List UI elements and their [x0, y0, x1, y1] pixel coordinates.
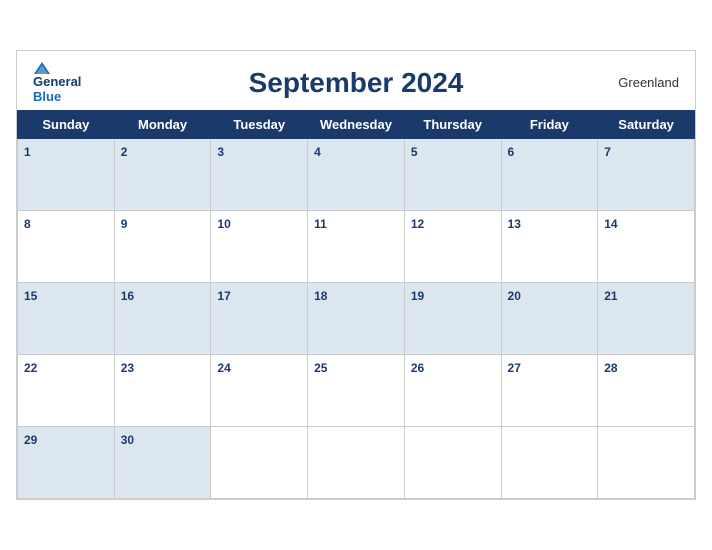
calendar-cell: 12 [404, 210, 501, 282]
calendar-cell [501, 426, 598, 498]
day-number: 9 [121, 217, 128, 231]
calendar-cell: 26 [404, 354, 501, 426]
weekday-wednesday: Wednesday [308, 110, 405, 138]
calendar-header-row: Sunday Monday Tuesday Wednesday Thursday… [18, 110, 695, 138]
logo-general-text: General [33, 75, 81, 89]
calendar-cell: 19 [404, 282, 501, 354]
calendar-cell: 16 [114, 282, 211, 354]
day-number: 11 [314, 217, 327, 231]
region-label: Greenland [599, 75, 679, 90]
day-number: 22 [24, 361, 37, 375]
day-number: 17 [217, 289, 230, 303]
day-number: 12 [411, 217, 424, 231]
day-number: 8 [24, 217, 31, 231]
day-number: 10 [217, 217, 230, 231]
calendar-cell: 18 [308, 282, 405, 354]
weekday-thursday: Thursday [404, 110, 501, 138]
calendar-cell: 10 [211, 210, 308, 282]
day-number: 21 [604, 289, 617, 303]
calendar-cell: 9 [114, 210, 211, 282]
day-number: 30 [121, 433, 134, 447]
day-number: 14 [604, 217, 617, 231]
day-number: 28 [604, 361, 617, 375]
calendar-cell: 11 [308, 210, 405, 282]
calendar-cell: 8 [18, 210, 115, 282]
calendar-cell: 14 [598, 210, 695, 282]
weekday-friday: Friday [501, 110, 598, 138]
weekday-sunday: Sunday [18, 110, 115, 138]
calendar-cell: 7 [598, 138, 695, 210]
day-number: 25 [314, 361, 327, 375]
calendar-cell [211, 426, 308, 498]
calendar-cell: 21 [598, 282, 695, 354]
day-number: 1 [24, 145, 31, 159]
logo-icon [33, 61, 51, 75]
calendar-cell: 17 [211, 282, 308, 354]
calendar-body: 1234567891011121314151617181920212223242… [18, 138, 695, 498]
calendar-cell: 15 [18, 282, 115, 354]
weekday-saturday: Saturday [598, 110, 695, 138]
weekday-monday: Monday [114, 110, 211, 138]
day-number: 29 [24, 433, 37, 447]
day-number: 23 [121, 361, 134, 375]
day-number: 2 [121, 145, 128, 159]
day-number: 4 [314, 145, 321, 159]
calendar-cell [308, 426, 405, 498]
day-number: 13 [508, 217, 521, 231]
day-number: 20 [508, 289, 521, 303]
calendar-cell [598, 426, 695, 498]
day-number: 7 [604, 145, 611, 159]
day-number: 18 [314, 289, 327, 303]
logo-blue-text: Blue [33, 90, 61, 104]
day-number: 5 [411, 145, 418, 159]
day-number: 27 [508, 361, 521, 375]
calendar-cell: 30 [114, 426, 211, 498]
calendar-cell: 4 [308, 138, 405, 210]
calendar-cell: 13 [501, 210, 598, 282]
calendar-cell: 6 [501, 138, 598, 210]
calendar-header: General Blue September 2024 Greenland [17, 51, 695, 110]
calendar-cell: 24 [211, 354, 308, 426]
weekday-tuesday: Tuesday [211, 110, 308, 138]
calendar-cell: 5 [404, 138, 501, 210]
day-number: 24 [217, 361, 230, 375]
calendar-container: General Blue September 2024 Greenland Su… [16, 50, 696, 500]
calendar-grid: Sunday Monday Tuesday Wednesday Thursday… [17, 110, 695, 499]
calendar-cell: 23 [114, 354, 211, 426]
calendar-cell: 27 [501, 354, 598, 426]
calendar-cell: 1 [18, 138, 115, 210]
calendar-cell: 2 [114, 138, 211, 210]
day-number: 16 [121, 289, 134, 303]
calendar-cell: 3 [211, 138, 308, 210]
calendar-cell: 28 [598, 354, 695, 426]
calendar-cell: 29 [18, 426, 115, 498]
calendar-cell: 25 [308, 354, 405, 426]
month-title: September 2024 [113, 67, 599, 99]
calendar-cell: 20 [501, 282, 598, 354]
day-number: 6 [508, 145, 515, 159]
day-number: 26 [411, 361, 424, 375]
day-number: 3 [217, 145, 224, 159]
day-number: 15 [24, 289, 37, 303]
day-number: 19 [411, 289, 424, 303]
calendar-cell: 22 [18, 354, 115, 426]
logo-area: General Blue [33, 61, 113, 104]
calendar-cell [404, 426, 501, 498]
